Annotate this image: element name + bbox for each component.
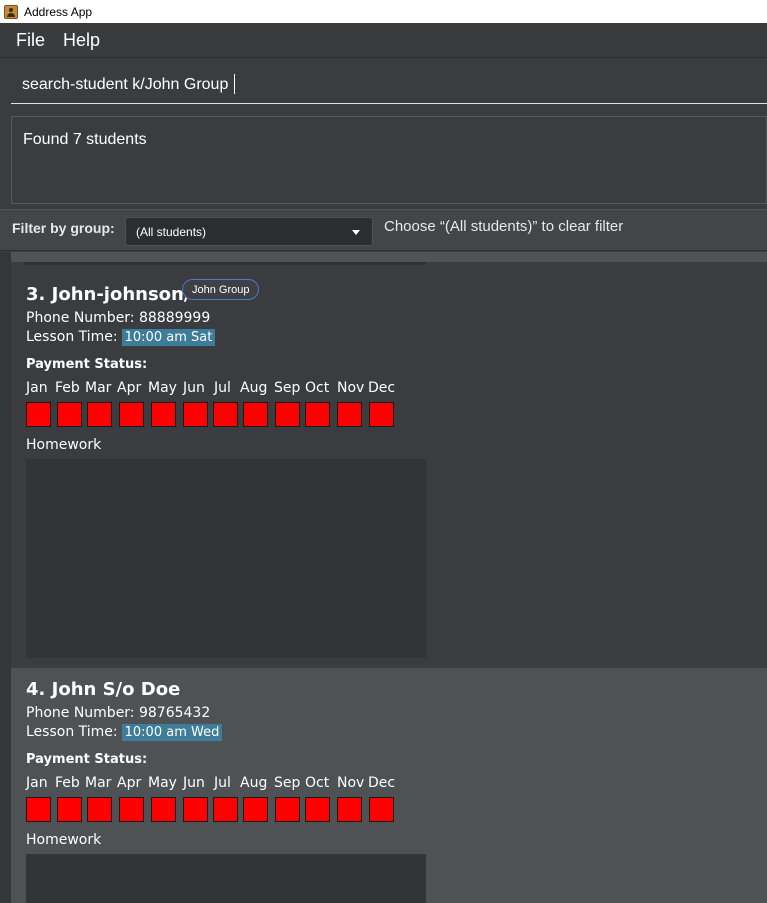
menu-help[interactable]: Help <box>55 30 108 51</box>
month-label: Nov <box>337 380 365 396</box>
payment-box-apr[interactable] <box>119 402 144 427</box>
group-filter-dropdown[interactable]: (All students) <box>125 217 373 246</box>
month-label: Feb <box>55 380 80 396</box>
payment-box-mar[interactable] <box>87 797 112 822</box>
payment-status-label: Payment Status: <box>26 752 148 767</box>
payment-box-sep[interactable] <box>275 402 300 427</box>
lesson-line: Lesson Time: 10:00 am Sat <box>26 329 216 346</box>
phone-label: Phone Number: <box>26 310 135 326</box>
payment-box-may[interactable] <box>151 797 176 822</box>
month-label: Mar <box>85 380 112 396</box>
month-label: Feb <box>55 775 80 791</box>
lesson-label: Lesson Time: <box>26 724 118 740</box>
student-card[interactable]: 3. John-johnson/ John Group Phone Number… <box>11 266 767 667</box>
homework-label: Homework <box>26 832 102 848</box>
payment-box-jan[interactable] <box>26 402 51 427</box>
month-label: May <box>148 380 177 396</box>
homework-area[interactable] <box>26 459 426 658</box>
command-box <box>0 59 767 111</box>
month-label: Apr <box>117 380 142 396</box>
text-caret <box>234 74 235 94</box>
month-label: Dec <box>368 775 396 791</box>
group-tag: John Group <box>182 279 260 300</box>
month-label: Oct <box>305 775 330 791</box>
month-label: May <box>148 775 177 791</box>
student-list[interactable]: 3. John-johnson/ John Group Phone Number… <box>0 252 767 903</box>
payment-status-label: Payment Status: <box>26 357 148 372</box>
list-left-edge <box>0 252 11 903</box>
command-input[interactable] <box>11 67 767 104</box>
result-text: Found 7 students <box>23 131 147 148</box>
payment-box-dec[interactable] <box>369 797 394 822</box>
month-label: Jul <box>214 380 231 396</box>
payment-box-nov[interactable] <box>337 402 362 427</box>
lesson-time-badge: 10:00 am Sat <box>121 329 216 346</box>
group-filter-value: (All students) <box>136 224 207 239</box>
payment-box-jul[interactable] <box>213 797 238 822</box>
lesson-line: Lesson Time: 10:00 am Wed <box>26 724 223 741</box>
payment-box-nov[interactable] <box>337 797 362 822</box>
result-display: Found 7 students <box>0 111 767 209</box>
student-name: 4. John S/o Doe <box>26 679 181 700</box>
lesson-label: Lesson Time: <box>26 329 118 345</box>
payment-box-feb[interactable] <box>57 797 82 822</box>
student-card[interactable]: 4. John S/o Doe Phone Number: 98765432 L… <box>11 668 767 903</box>
month-label: Jun <box>183 380 205 396</box>
month-label: Jan <box>26 380 48 396</box>
payment-box-may[interactable] <box>151 402 176 427</box>
filter-bar: Filter by group: (All students) Choose “… <box>0 209 767 251</box>
month-label: Jan <box>26 775 48 791</box>
menu-file[interactable]: File <box>8 30 53 51</box>
phone-line: Phone Number: 88889999 <box>26 310 210 326</box>
previous-card-edge <box>11 252 767 262</box>
month-label: Jun <box>183 775 205 791</box>
result-box[interactable]: Found 7 students <box>11 116 767 204</box>
payment-box-jan[interactable] <box>26 797 51 822</box>
previous-card-homework-edge <box>24 262 426 265</box>
homework-label: Homework <box>26 437 102 453</box>
phone-value: 88889999 <box>138 310 211 326</box>
phone-line: Phone Number: 98765432 <box>26 705 210 721</box>
month-label: Sep <box>274 380 301 396</box>
payment-box-aug[interactable] <box>243 797 268 822</box>
month-label: Aug <box>240 380 268 396</box>
month-label: Sep <box>274 775 301 791</box>
payment-box-oct[interactable] <box>305 797 330 822</box>
phone-label: Phone Number: <box>26 705 135 721</box>
payment-box-apr[interactable] <box>119 797 144 822</box>
window-title: Address App <box>24 4 93 19</box>
payment-box-oct[interactable] <box>305 402 330 427</box>
payment-box-aug[interactable] <box>243 402 268 427</box>
month-label: Mar <box>85 775 112 791</box>
payment-box-jun[interactable] <box>183 402 208 427</box>
window-titlebar: Address App <box>0 0 767 23</box>
student-name: 3. John-johnson/ <box>26 284 191 305</box>
payment-box-jun[interactable] <box>183 797 208 822</box>
payment-box-jul[interactable] <box>213 402 238 427</box>
payment-box-mar[interactable] <box>87 402 112 427</box>
phone-value: 98765432 <box>138 705 211 721</box>
payment-box-dec[interactable] <box>369 402 394 427</box>
filter-label: Filter by group: <box>12 220 115 236</box>
month-label: Nov <box>337 775 365 791</box>
payment-box-sep[interactable] <box>275 797 300 822</box>
month-label: Jul <box>214 775 231 791</box>
filter-hint: Choose “(All students)” to clear filter <box>384 218 624 235</box>
app-icon <box>4 4 18 19</box>
month-label: Dec <box>368 380 396 396</box>
homework-area[interactable] <box>26 854 426 903</box>
menu-bar: File Help <box>0 23 767 58</box>
month-label: Apr <box>117 775 142 791</box>
lesson-time-badge: 10:00 am Wed <box>121 724 223 741</box>
payment-box-feb[interactable] <box>57 402 82 427</box>
month-label: Oct <box>305 380 330 396</box>
month-label: Aug <box>240 775 268 791</box>
chevron-down-icon <box>352 230 360 235</box>
